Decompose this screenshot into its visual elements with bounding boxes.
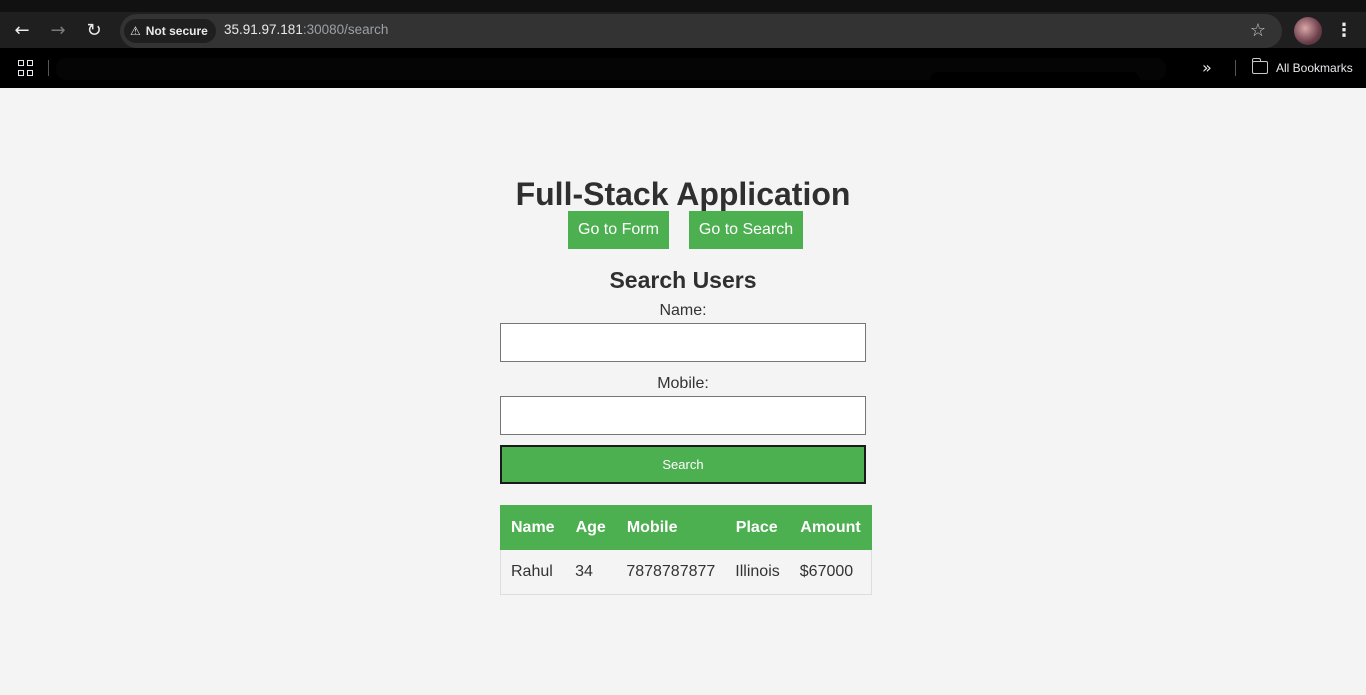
- table-row: Rahul 34 7878787877 Illinois $67000: [500, 549, 872, 595]
- mobile-label: Mobile:: [657, 375, 709, 392]
- cell-place: Illinois: [725, 549, 790, 595]
- warning-icon: ⚠: [130, 24, 141, 38]
- security-label: Not secure: [145, 24, 208, 38]
- cell-age: 34: [565, 549, 617, 595]
- bookmarks-divider: [48, 60, 49, 76]
- header-mobile: Mobile: [615, 505, 726, 550]
- header-place: Place: [724, 505, 791, 550]
- header-amount: Amount: [789, 505, 872, 550]
- apps-icon[interactable]: [18, 60, 34, 76]
- security-chip[interactable]: ⚠ Not secure: [124, 19, 216, 43]
- go-to-search-button[interactable]: Go to Search: [688, 211, 804, 249]
- bookmarks-divider: [1235, 60, 1236, 76]
- header-age: Age: [564, 505, 617, 550]
- profile-avatar[interactable]: [1294, 17, 1322, 45]
- search-button[interactable]: Search: [500, 445, 866, 484]
- name-label: Name:: [659, 302, 707, 319]
- cell-name: Rahul: [500, 549, 566, 595]
- page-title: Full-Stack Application: [515, 176, 851, 212]
- all-bookmarks-link[interactable]: All Bookmarks: [1276, 61, 1353, 75]
- star-icon[interactable]: ☆: [1246, 19, 1270, 43]
- header-name: Name: [500, 505, 566, 550]
- back-icon[interactable]: ←: [10, 19, 34, 43]
- url-host: 35.91.97.181: [224, 22, 303, 37]
- tab-strip: [0, 0, 1366, 12]
- results-table: Name Age Mobile Place Amount Rahul 34 78…: [500, 505, 872, 595]
- reload-icon[interactable]: ↻: [82, 19, 106, 43]
- url-text[interactable]: 35.91.97.181:30080/search: [224, 22, 388, 37]
- name-input[interactable]: [500, 323, 866, 362]
- mobile-input[interactable]: [500, 396, 866, 435]
- url-path: :30080/search: [302, 22, 389, 37]
- table-header-row: Name Age Mobile Place Amount: [500, 505, 872, 550]
- forward-icon[interactable]: →: [46, 19, 70, 43]
- cell-amount: $67000: [789, 549, 872, 595]
- folder-icon[interactable]: [1251, 58, 1268, 74]
- nav-links: Go to Form Go to Search: [568, 211, 804, 249]
- chevron-double-right-icon[interactable]: »: [1202, 58, 1212, 77]
- go-to-form-button[interactable]: Go to Form: [568, 211, 669, 249]
- section-title: Search Users: [609, 267, 757, 293]
- cell-mobile: 7878787877: [616, 549, 726, 595]
- kebab-menu-icon[interactable]: ⋮: [1334, 19, 1354, 43]
